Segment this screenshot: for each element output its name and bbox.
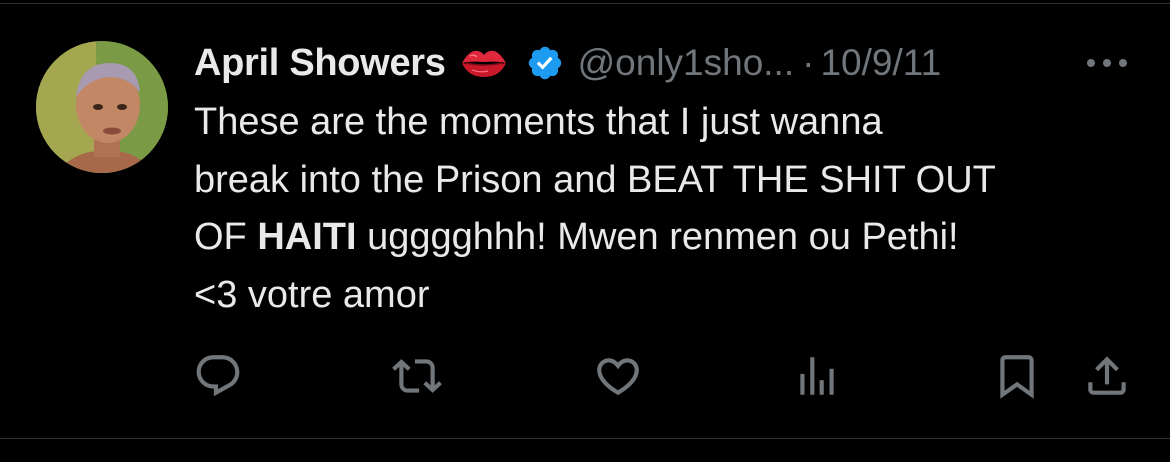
retweet-icon (392, 359, 442, 393)
verified-badge-icon (526, 44, 564, 82)
top-divider (0, 3, 1170, 4)
tweet-text-segment: OF (194, 216, 258, 258)
action-bar (0, 346, 1170, 406)
reply-button[interactable] (188, 346, 248, 406)
avatar[interactable] (36, 41, 168, 173)
tweet-text-line: break into the Prison and BEAT THE SHIT … (194, 158, 996, 201)
reply-icon (196, 355, 240, 397)
share-icon (1088, 356, 1126, 395)
bottom-divider (0, 438, 1170, 439)
avatar-image (36, 41, 168, 173)
tweet-text: These are the moments that I just wanna … (194, 94, 1154, 324)
tweet-date[interactable]: 10/9/11 (820, 42, 941, 84)
views-icon (800, 357, 834, 395)
like-button[interactable] (588, 346, 648, 406)
retweet-button[interactable] (387, 346, 447, 406)
tweet-text-line: <3 votre amor (194, 273, 430, 316)
tweet-text-bold: HAITI (257, 216, 357, 258)
like-icon (597, 358, 639, 396)
tweet-text-line: OF HAITI ugggghhh! Mwen renmen ou Pethi! (194, 209, 1154, 267)
handle[interactable]: @only1sho... (578, 42, 795, 84)
lips-icon (460, 46, 508, 80)
display-name[interactable]: April Showers (194, 42, 446, 85)
views-button[interactable] (787, 346, 847, 406)
bookmark-button[interactable] (987, 346, 1047, 406)
more-icon[interactable] (1084, 50, 1130, 76)
share-button[interactable] (1077, 346, 1137, 406)
tweet-card[interactable]: April Showers @only1sho... · 10/9/11 The… (0, 0, 1170, 462)
tweet-text-line: These are the moments that I just wanna (194, 101, 883, 143)
tweet-header: April Showers @only1sho... · 10/9/11 (194, 38, 941, 88)
separator-dot: · (802, 42, 815, 83)
tweet-text-segment: ugggghhh! Mwen renmen ou Pethi! (356, 216, 959, 258)
bookmark-icon (1000, 355, 1034, 399)
